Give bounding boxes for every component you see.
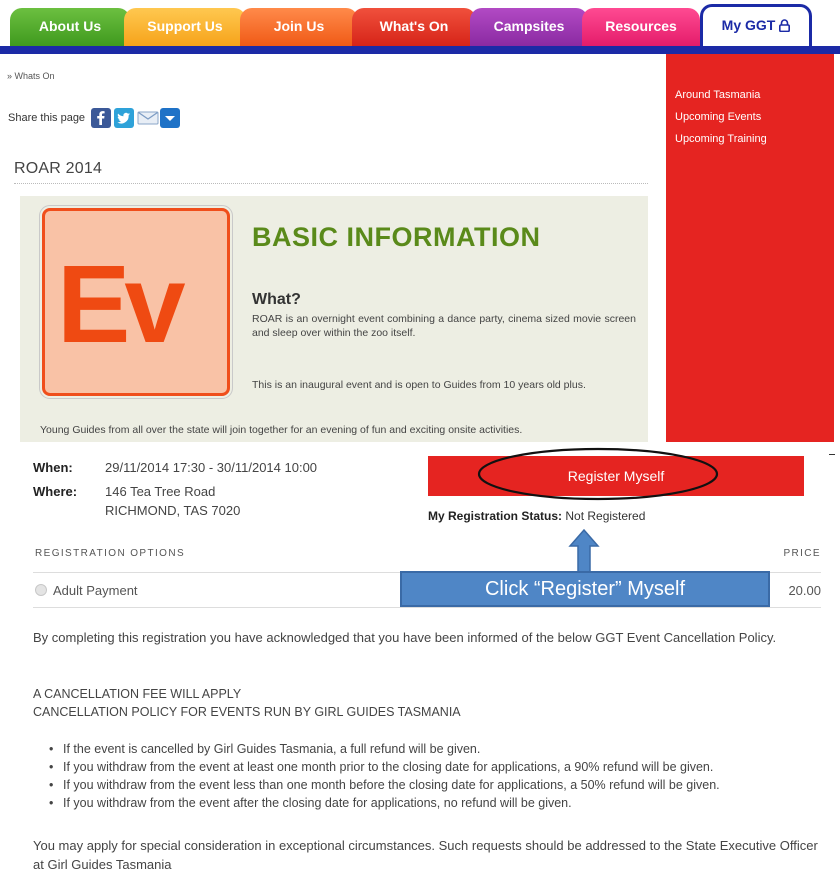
tab-resources[interactable]: Resources xyxy=(582,8,700,46)
share-label: Share this page xyxy=(8,112,86,124)
list-item: If the event is cancelled by Girl Guides… xyxy=(49,740,825,758)
cancellation-policy-title: CANCELLATION POLICY FOR EVENTS RUN BY GI… xyxy=(33,705,461,719)
list-item: If you withdraw from the event at least … xyxy=(49,758,825,776)
basic-info-panel: Ev BASIC INFORMATION What? ROAR is an ov… xyxy=(20,196,648,442)
tab-join-us[interactable]: Join Us xyxy=(240,8,358,46)
options-column-header: REGISTRATION OPTIONS xyxy=(35,548,186,559)
registration-status-label: My Registration Status: xyxy=(428,509,563,523)
tab-label: Join Us xyxy=(273,18,325,34)
list-item: If you withdraw from the event after the… xyxy=(49,794,825,812)
title-divider xyxy=(14,183,648,184)
tab-label: About Us xyxy=(38,18,102,34)
adult-payment-radio[interactable] xyxy=(35,584,47,596)
page-title: ROAR 2014 xyxy=(14,160,103,177)
share-bar: Share this page xyxy=(8,108,181,128)
registration-status: My Registration Status: Not Registered xyxy=(428,509,645,523)
more-share-icon[interactable] xyxy=(160,108,181,128)
price-column-header: PRICE xyxy=(783,548,821,559)
facebook-icon[interactable] xyxy=(91,108,112,128)
twitter-icon[interactable] xyxy=(114,108,135,128)
what-description: ROAR is an overnight event combining a d… xyxy=(252,313,636,339)
lock-icon xyxy=(779,19,791,32)
registration-options-header: REGISTRATION OPTIONS PRICE xyxy=(33,545,821,569)
main-nav: About Us Support Us Join Us What's On Ca… xyxy=(0,0,840,54)
option-price: 20.00 xyxy=(788,583,821,598)
where-label: Where: xyxy=(33,484,78,499)
list-item: If you withdraw from the event less than… xyxy=(49,776,825,794)
nav-underline xyxy=(0,46,840,54)
sidebar: Around Tasmania Upcoming Events Upcoming… xyxy=(666,54,834,442)
young-guides-text: Young Guides from all over the state wil… xyxy=(40,424,523,436)
sidebar-item-upcoming-events[interactable]: Upcoming Events xyxy=(666,106,834,128)
registration-status-value: Not Registered xyxy=(562,509,646,523)
where-address-line2: RICHMOND, TAS 7020 xyxy=(105,503,241,518)
cancellation-fee-line: A CANCELLATION FEE WILL APPLY xyxy=(33,687,242,701)
tab-whats-on[interactable]: What's On xyxy=(352,8,476,46)
inaugural-text: This is an inaugural event and is open t… xyxy=(252,379,586,391)
tab-label: Support Us xyxy=(147,18,223,34)
tab-label: My GGT xyxy=(721,17,776,33)
tab-my-ggt[interactable]: My GGT xyxy=(700,4,812,46)
email-icon[interactable] xyxy=(137,108,159,128)
sidebar-item-upcoming-training[interactable]: Upcoming Training xyxy=(666,128,834,150)
tab-label: What's On xyxy=(379,18,449,34)
instruction-callout: Click “Register” Myself xyxy=(400,571,770,607)
tab-support-us[interactable]: Support Us xyxy=(124,8,246,46)
what-heading: What? xyxy=(252,291,301,308)
tab-about-us[interactable]: About Us xyxy=(10,8,130,46)
where-address-line1: 146 Tea Tree Road xyxy=(105,484,216,499)
special-consideration-text: You may apply for special consideration … xyxy=(33,838,818,872)
option-name: Adult Payment xyxy=(53,583,138,598)
tab-label: Resources xyxy=(605,18,677,34)
event-logo-text: Ev xyxy=(57,243,186,366)
tab-campsites[interactable]: Campsites xyxy=(470,8,588,46)
breadcrumb[interactable]: » Whats On xyxy=(7,71,55,81)
register-myself-button[interactable]: Register Myself xyxy=(428,456,804,496)
policy-intro: By completing this registration you have… xyxy=(33,630,777,645)
policy-list: If the event is cancelled by Girl Guides… xyxy=(49,740,825,812)
when-label: When: xyxy=(33,460,73,475)
when-value: 29/11/2014 17:30 - 30/11/2014 10:00 xyxy=(105,460,318,475)
table-divider xyxy=(33,607,821,608)
basic-info-heading: BASIC INFORMATION xyxy=(252,222,541,252)
edge-mark xyxy=(829,454,835,455)
event-logo: Ev xyxy=(39,205,233,399)
sidebar-item-around-tasmania[interactable]: Around Tasmania xyxy=(666,84,834,106)
tab-label: Campsites xyxy=(493,18,565,34)
